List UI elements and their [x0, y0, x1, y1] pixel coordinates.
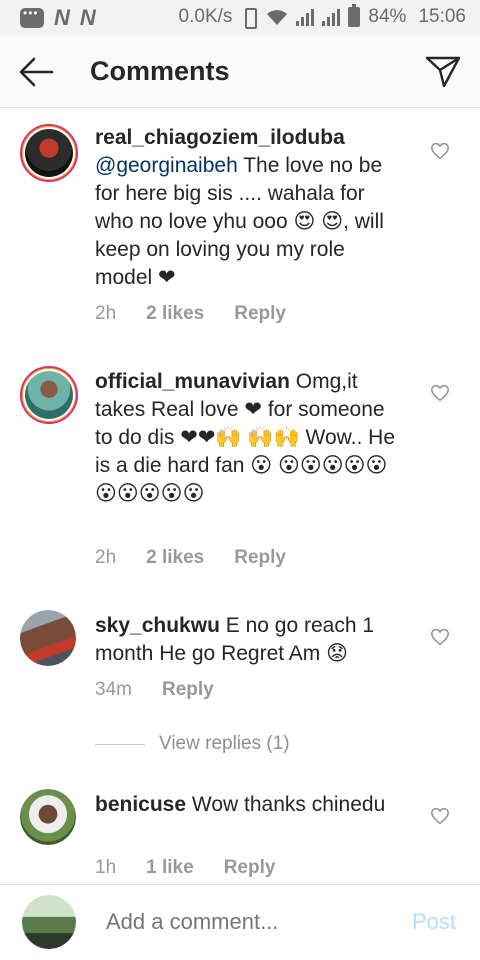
comment-username[interactable]: official_munavivian — [95, 370, 290, 393]
battery-percent: 84% — [368, 6, 407, 27]
comment-time: 34m — [95, 679, 132, 700]
comment-composer: Post — [0, 884, 480, 960]
reply-button[interactable]: Reply — [162, 679, 214, 701]
top-bar: Comments — [0, 36, 480, 108]
comment-username[interactable]: sky_chukwu — [95, 614, 220, 637]
comment-meta: 1h 1 like Reply — [95, 857, 275, 879]
comment-time: 2h — [95, 303, 117, 324]
signal-icon-2 — [322, 8, 341, 26]
wifi-icon — [267, 10, 288, 25]
comment-body: Wow thanks chinedu — [186, 793, 386, 816]
comment-input[interactable] — [106, 909, 386, 935]
network-speed: 0.0K/s — [178, 6, 233, 27]
comment-username[interactable]: real_chiagoziem_iloduba — [95, 126, 345, 149]
divider — [95, 743, 145, 745]
comment-text: benicuse Wow thanks chinedu — [95, 791, 407, 819]
avatar[interactable] — [20, 789, 76, 845]
post-button[interactable]: Post — [412, 909, 456, 935]
avatar[interactable] — [20, 610, 76, 666]
heart-icon[interactable] — [430, 384, 450, 402]
own-avatar — [22, 895, 76, 949]
comment-meta: 2h 2 likes Reply — [95, 303, 286, 325]
back-button[interactable] — [16, 54, 56, 90]
comment-likes[interactable]: 1 like — [146, 857, 194, 879]
heart-icon[interactable] — [430, 628, 450, 646]
view-replies-link[interactable]: View replies (1) — [95, 733, 290, 755]
paper-plane-icon — [425, 56, 461, 88]
avatar[interactable] — [20, 124, 78, 182]
reply-button[interactable]: Reply — [234, 547, 286, 569]
heart-icon[interactable] — [430, 142, 450, 160]
comment-likes[interactable]: 2 likes — [146, 547, 204, 569]
comment-meta: 2h 2 likes Reply — [95, 547, 286, 569]
comment-username[interactable]: benicuse — [95, 793, 186, 816]
signal-icon — [296, 8, 315, 26]
comment-likes[interactable]: 2 likes — [146, 303, 204, 325]
comment-text: official_munavivian Omg,it takes Real lo… — [95, 368, 407, 508]
status-bar: N N 0.0K/s 84% 15:06 — [0, 0, 480, 36]
heart-icon[interactable] — [430, 807, 450, 825]
comment-text: real_chiagoziem_iloduba @georginaibeh Th… — [95, 124, 407, 292]
arrow-left-icon — [19, 57, 54, 87]
network-n-icon: N — [54, 5, 70, 30]
share-button[interactable] — [424, 54, 462, 90]
comment-time: 2h — [95, 547, 117, 568]
comment-text: sky_chukwu E no go reach 1 month He go R… — [95, 612, 407, 668]
chat-notification-icon — [20, 6, 44, 28]
battery-icon — [348, 4, 361, 27]
clock: 15:06 — [418, 6, 466, 27]
vibrate-icon — [240, 7, 258, 29]
avatar[interactable] — [20, 366, 78, 424]
reply-button[interactable]: Reply — [224, 857, 276, 879]
page-title: Comments — [90, 56, 230, 86]
comment-meta: 34m Reply — [95, 679, 214, 701]
network-n-icon-2: N — [79, 5, 96, 30]
comment-time: 1h — [95, 857, 117, 878]
reply-button[interactable]: Reply — [234, 303, 286, 325]
comment-mention[interactable]: @georginaibeh — [95, 154, 238, 177]
view-replies-label: View replies (1) — [159, 733, 290, 754]
